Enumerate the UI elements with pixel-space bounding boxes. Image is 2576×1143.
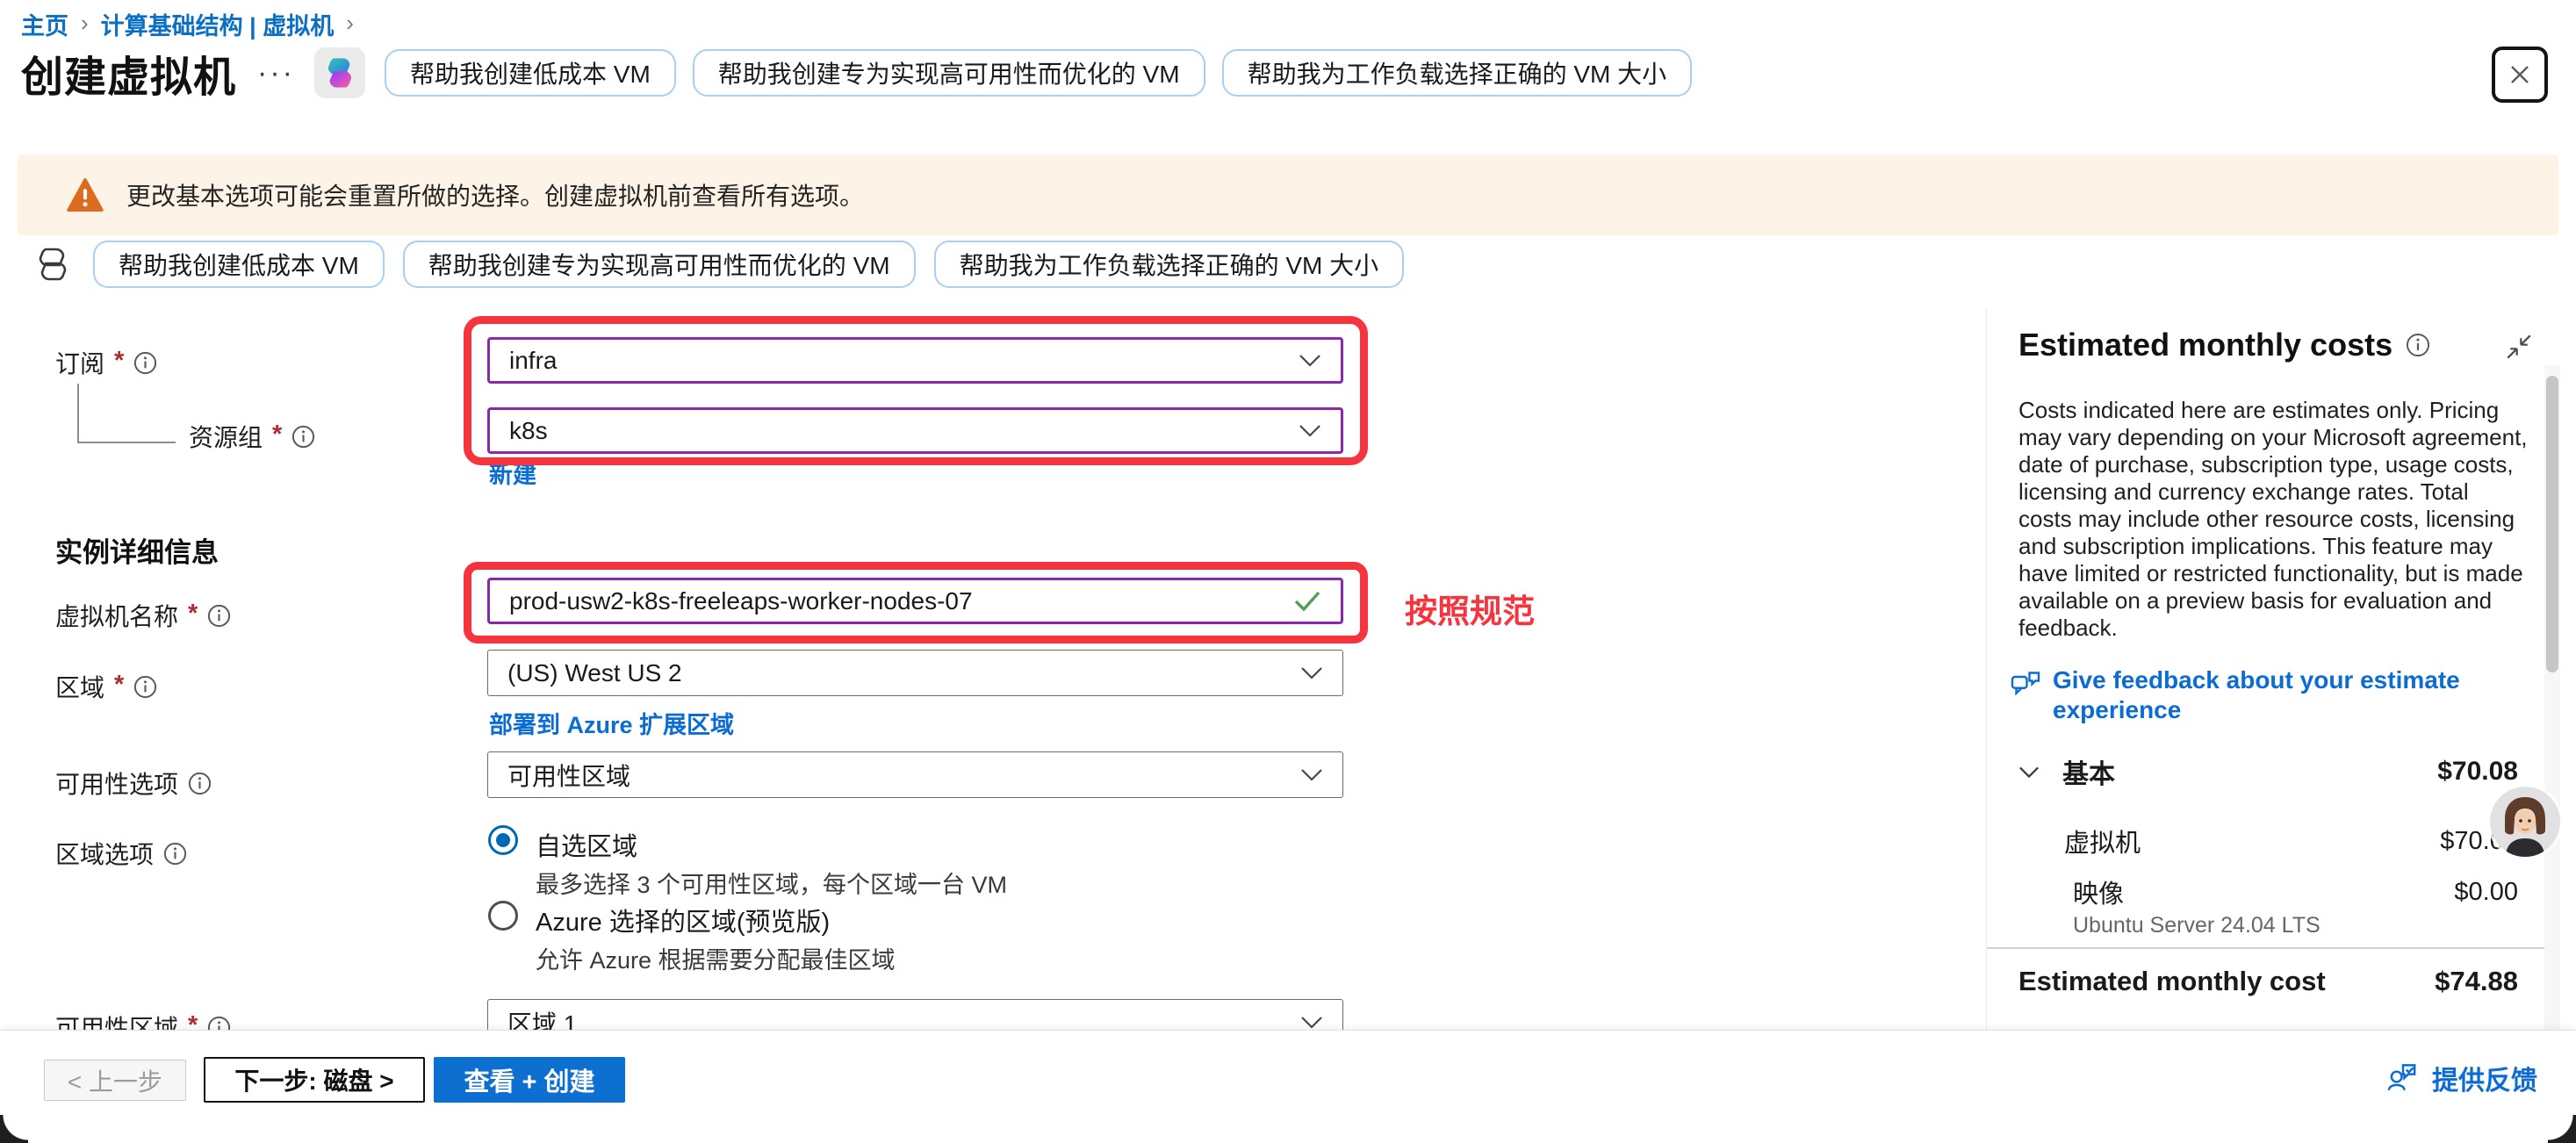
- cost-total-label: Estimated monthly cost: [2018, 966, 2326, 997]
- cost-item-row: 虚拟机 $70.08: [2018, 823, 2518, 859]
- person-feedback-icon: [2386, 1062, 2420, 1094]
- divider: [1987, 947, 2558, 949]
- cost-total-amount: $74.88: [2435, 966, 2518, 997]
- subscription-label: 订阅 *: [55, 345, 157, 380]
- suggestion-low-cost-vm[interactable]: 帮助我创建低成本 VM: [93, 241, 385, 288]
- cost-group-row[interactable]: 基本 $70.08: [2018, 752, 2518, 791]
- extended-zone-link[interactable]: 部署到 Azure 扩展区域: [489, 706, 734, 740]
- suggestion-low-cost-vm[interactable]: 帮助我创建低成本 VM: [385, 49, 676, 97]
- breadcrumb-chevron-icon: ›: [81, 10, 89, 37]
- info-icon[interactable]: [207, 604, 231, 628]
- region-label: 区域 *: [55, 669, 157, 704]
- required-marker: *: [114, 671, 124, 700]
- info-icon[interactable]: [188, 772, 212, 795]
- required-marker: *: [114, 347, 124, 376]
- breadcrumb-chevron-icon: ›: [346, 10, 354, 37]
- resource-group-dropdown[interactable]: k8s: [487, 407, 1343, 454]
- cost-group-amount: $70.08: [2437, 757, 2518, 787]
- required-marker: *: [188, 600, 198, 629]
- info-icon[interactable]: [133, 351, 157, 375]
- close-icon: [2506, 61, 2534, 89]
- cost-item-amount: $0.00: [2454, 878, 2518, 907]
- chevron-down-icon: [1300, 768, 1323, 781]
- scrollbar-thumb[interactable]: [2546, 376, 2558, 672]
- suggestion-right-vm-size[interactable]: 帮助我为工作负载选择正确的 VM 大小: [934, 241, 1405, 288]
- info-icon[interactable]: [291, 425, 315, 449]
- cost-item-name: 虚拟机: [2064, 823, 2141, 859]
- resource-group-label: 资源组 *: [189, 419, 315, 454]
- costs-panel-title: Estimated monthly costs: [2018, 327, 2430, 363]
- vm-name-input[interactable]: prod-usw2-k8s-freeleaps-worker-nodes-07: [487, 578, 1343, 624]
- provide-feedback-link[interactable]: 提供反馈: [2386, 1059, 2537, 1097]
- footer-bar: < 上一步 下一步: 磁盘 > 查看 + 创建 提供反馈: [0, 1030, 2576, 1143]
- info-icon[interactable]: [163, 842, 187, 866]
- warning-icon: [67, 178, 104, 212]
- info-icon[interactable]: [2406, 333, 2430, 357]
- collapse-panel-icon[interactable]: [2506, 334, 2532, 364]
- chevron-down-icon: [1300, 666, 1323, 679]
- breadcrumb-vm-link[interactable]: 计算基础结构 | 虚拟机: [101, 7, 335, 41]
- availability-options-label: 可用性选项: [55, 766, 212, 801]
- annotation-note: 按照规范: [1405, 585, 1535, 632]
- page-title: 创建虚拟机: [21, 42, 236, 104]
- next-disks-button[interactable]: 下一步: 磁盘 >: [204, 1057, 425, 1103]
- feedback-bubbles-icon: [2010, 669, 2041, 701]
- cost-item-detail: Ubuntu Server 24.04 LTS: [2073, 913, 2321, 938]
- cost-group-name: 基本: [2062, 752, 2115, 791]
- vm-name-label: 虚拟机名称 *: [55, 598, 231, 633]
- subscription-dropdown[interactable]: infra: [487, 337, 1343, 384]
- breadcrumb: 主页 › 计算基础结构 | 虚拟机 ›: [21, 7, 354, 41]
- azure-select-zones-label: Azure 选择的区域(预览版): [536, 902, 830, 938]
- estimated-costs-panel: Estimated monthly costs Costs indicated …: [1986, 309, 2558, 1030]
- create-new-resource-group-link[interactable]: 新建: [489, 456, 536, 490]
- zone-options-label: 区域选项: [55, 836, 187, 871]
- assistant-avatar[interactable]: [2490, 787, 2560, 857]
- radio-azure-select-zones[interactable]: [488, 901, 518, 931]
- azure-select-zones-description: 允许 Azure 根据需要分配最佳区域: [536, 941, 896, 975]
- label-connector-line: [77, 384, 176, 443]
- availability-options-dropdown[interactable]: 可用性区域: [487, 751, 1343, 798]
- costs-disclaimer: Costs indicated here are estimates only.…: [2018, 397, 2528, 642]
- copilot-logo-icon: [321, 54, 358, 91]
- chevron-down-icon: [1299, 354, 1321, 367]
- copilot-icon[interactable]: [314, 47, 365, 98]
- suggestion-high-availability-vm[interactable]: 帮助我创建专为实现高可用性而优化的 VM: [693, 49, 1205, 97]
- cost-total-row: Estimated monthly cost $74.88: [2018, 966, 2518, 997]
- create-vm-page: 主页 › 计算基础结构 | 虚拟机 › 创建虚拟机 ··· 帮助我创建低成本 V…: [0, 0, 2576, 1143]
- required-marker: *: [272, 421, 282, 449]
- region-dropdown[interactable]: (US) West US 2: [487, 650, 1343, 696]
- instance-details-section-title: 实例详细信息: [55, 530, 219, 570]
- warning-banner: 更改基本选项可能会重置所做的选择。创建虚拟机前查看所有选项。: [18, 155, 2558, 235]
- breadcrumb-home-link[interactable]: 主页: [21, 7, 68, 41]
- cost-item-name: 映像: [2073, 873, 2124, 910]
- review-create-button[interactable]: 查看 + 创建: [434, 1057, 625, 1103]
- chevron-down-icon: [2018, 766, 2040, 779]
- suggestion-high-availability-vm[interactable]: 帮助我创建专为实现高可用性而优化的 VM: [403, 241, 916, 288]
- previous-button[interactable]: < 上一步: [44, 1060, 186, 1101]
- warning-text: 更改基本选项可能会重置所做的选择。创建虚拟机前查看所有选项。: [126, 177, 864, 212]
- copilot-suggestion-row: 帮助我创建低成本 VM 帮助我创建专为实现高可用性而优化的 VM 帮助我为工作负…: [32, 241, 1421, 288]
- valid-check-icon: [1293, 590, 1321, 613]
- info-icon[interactable]: [133, 675, 157, 699]
- copilot-outline-icon: [32, 243, 74, 285]
- chevron-down-icon: [1299, 424, 1321, 437]
- close-button[interactable]: [2492, 47, 2548, 103]
- estimate-feedback-link[interactable]: Give feedback about your estimate experi…: [2010, 665, 2510, 725]
- page-header: 创建虚拟机 ··· 帮助我创建低成本 VM 帮助我创建专为实现高可用性而优化的 …: [21, 44, 1709, 102]
- suggestion-right-vm-size[interactable]: 帮助我为工作负载选择正确的 VM 大小: [1222, 49, 1693, 97]
- cost-item-row: 映像 $0.00: [2018, 873, 2518, 910]
- radio-self-select-zones[interactable]: [488, 825, 518, 855]
- chevron-down-icon: [1300, 1016, 1323, 1029]
- self-select-zones-label: 自选区域: [536, 826, 637, 863]
- more-menu-button[interactable]: ···: [257, 56, 295, 90]
- self-select-zones-description: 最多选择 3 个可用性区域，每个区域一台 VM: [536, 866, 1007, 900]
